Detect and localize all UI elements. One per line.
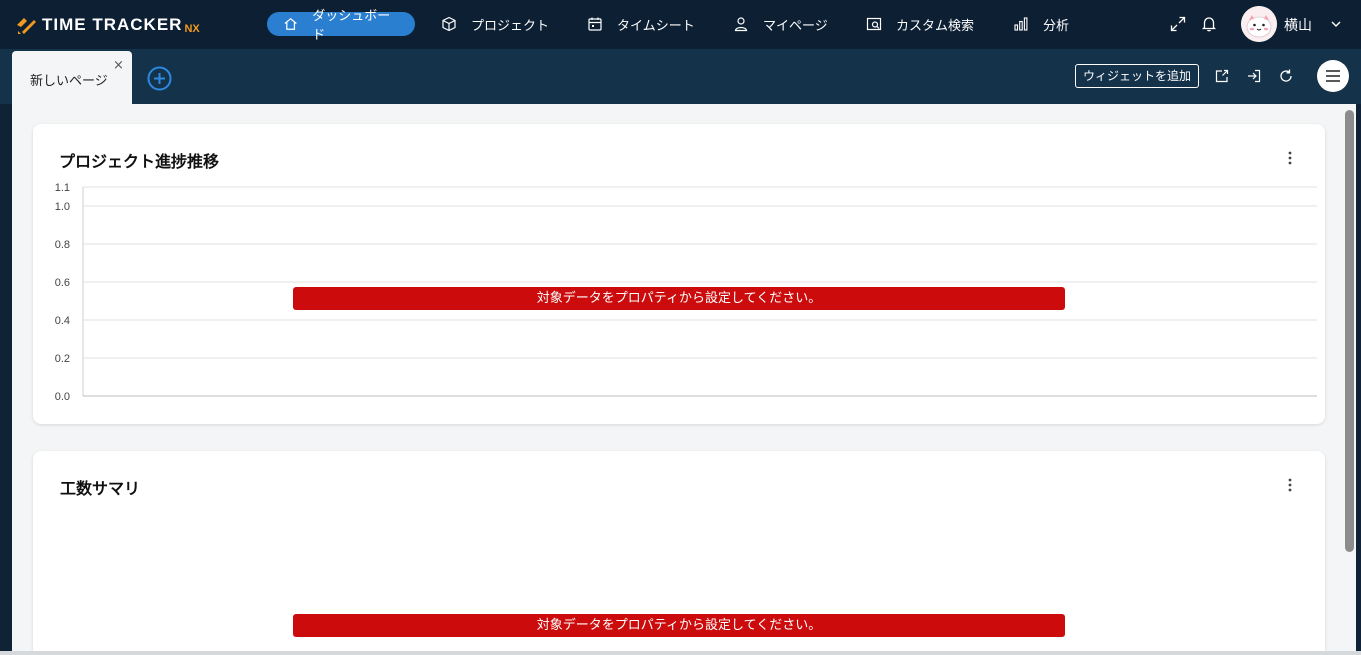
widget-project-progress: プロジェクト進捗推移 0.0 0.2 0.4 0.6 0.8 1.0 1.1 対象データをプ… [33,124,1325,424]
add-widget-button[interactable]: ウィジェットを追加 [1075,64,1200,88]
y-tick-label: 0.2 [55,353,70,365]
y-tick-label: 0.0 [55,391,70,403]
app-logo[interactable]: TIME TRACKER NX [14,10,200,40]
y-tick-label: 1.0 [55,201,70,213]
no-data-message: 対象データをプロパティから設定してください。 [293,287,1065,310]
widget-title: 工数サマリ [60,479,141,498]
progress-line-chart: 0.0 0.2 0.4 0.6 0.8 1.0 1.1 [55,182,1317,403]
logo-suffix: NX [184,23,200,35]
nav-analysis-label: 分析 [1043,18,1070,34]
cube-icon [442,16,456,32]
user-name[interactable]: 横山 [1284,15,1312,35]
refresh-icon[interactable] [1278,68,1294,84]
export-icon[interactable] [1214,68,1230,84]
nav-custom-search[interactable]: カスタム検索 [866,12,974,36]
page-tab-label: 新しいページ [30,74,108,89]
search-window-icon [866,17,882,31]
y-tick-label: 1.1 [55,182,70,194]
y-tick-label: 0.6 [55,277,70,289]
page-tab[interactable]: 新しいページ × [12,51,132,104]
bar-chart-icon [1014,17,1028,31]
nav-projects-label: プロジェクト [471,18,550,34]
add-page-icon[interactable] [147,66,172,91]
avatar[interactable] [1241,6,1277,42]
nav-dashboard[interactable]: ダッシュボード [267,9,415,43]
nav-projects[interactable]: プロジェクト [441,12,549,36]
home-icon [284,17,297,30]
scrollbar-thumb[interactable] [1345,110,1354,552]
window-bottom-edge [0,651,1361,655]
nav-mypage[interactable]: マイページ [733,12,828,36]
hamburger-menu-button[interactable] [1317,60,1349,92]
nav-analysis[interactable]: 分析 [1013,12,1069,36]
calendar-icon [588,17,602,31]
import-icon[interactable] [1246,68,1262,84]
nav-timesheet-label: タイムシート [617,18,695,34]
avatar-image [1241,6,1277,42]
top-navigation-bar: TIME TRACKER NX ダッシュボード プロジェクト タイムシート マイ… [0,0,1361,49]
dashboard-content: プロジェクト進捗推移 0.0 0.2 0.4 0.6 0.8 1.0 1.1 対象データをプ… [12,104,1344,652]
nav-custom-search-label: カスタム検索 [896,18,975,34]
y-tick-label: 0.8 [55,239,70,251]
kebab-menu-icon[interactable] [1286,477,1294,493]
nav-mypage-label: マイページ [763,18,828,34]
chevron-down-icon[interactable] [1330,18,1342,30]
nav-timesheet[interactable]: タイムシート [587,12,695,36]
logo-text: TIME TRACKER [42,15,183,34]
no-data-message: 対象データをプロパティから設定してください。 [293,614,1065,637]
widget-effort-summary: 工数サマリ 対象データをプロパティから設定してください。 [33,451,1325,652]
nav-dashboard-label: ダッシュボード [312,9,391,43]
user-icon [734,17,748,32]
close-icon[interactable]: × [113,58,124,73]
bell-icon[interactable] [1200,15,1218,33]
hamburger-icon [1326,70,1340,82]
logo-mark-icon [17,18,36,34]
y-tick-label: 0.4 [55,315,70,327]
fullscreen-icon[interactable] [1169,15,1187,33]
